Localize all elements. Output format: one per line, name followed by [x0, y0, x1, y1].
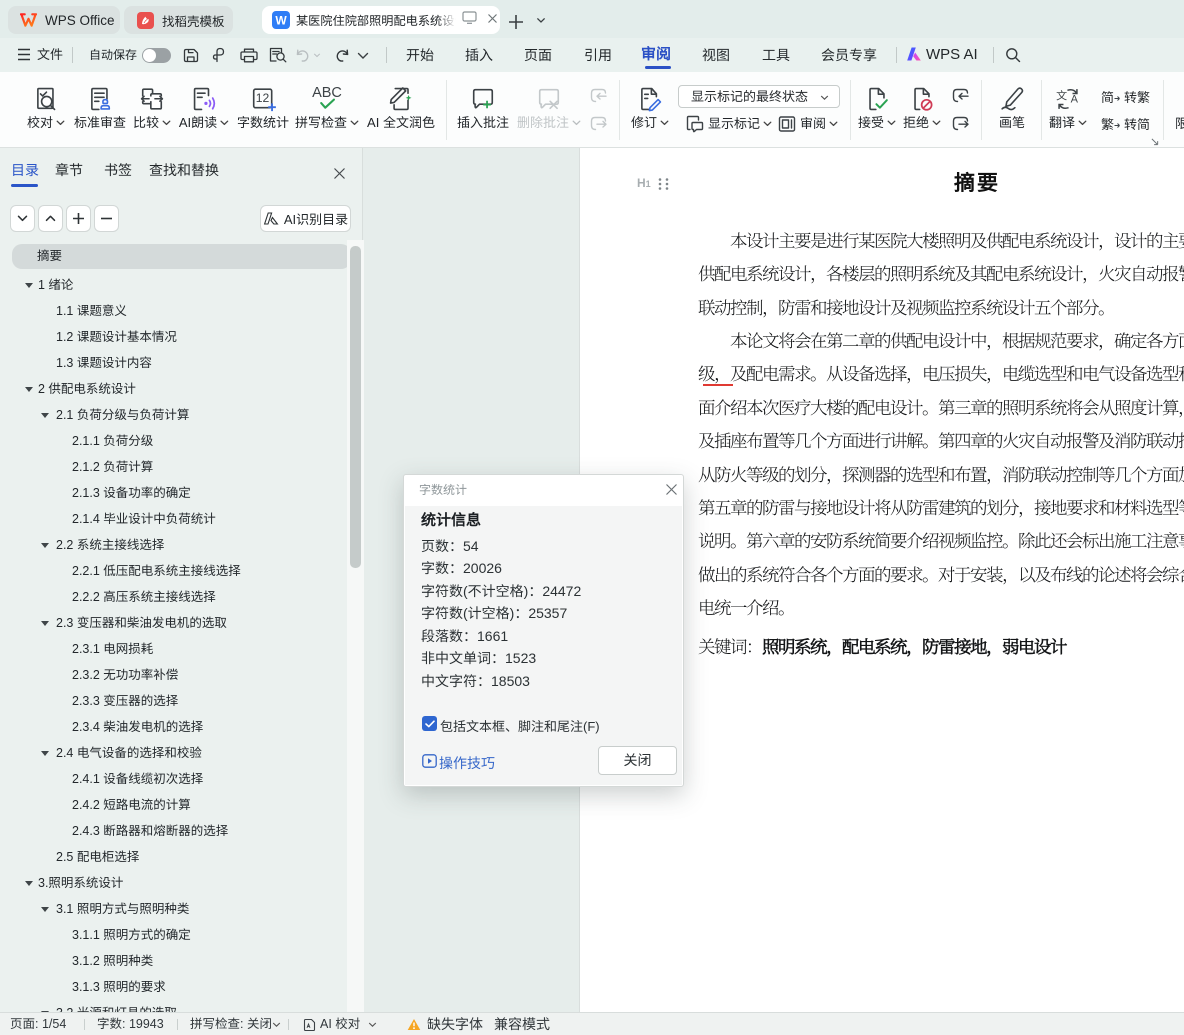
svg-text:12: 12 — [256, 91, 270, 105]
svg-text:文: 文 — [1056, 88, 1067, 104]
svg-text:A: A — [1071, 93, 1079, 105]
svg-text:ABC: ABC — [312, 85, 342, 101]
svg-text:W: W — [275, 14, 287, 28]
